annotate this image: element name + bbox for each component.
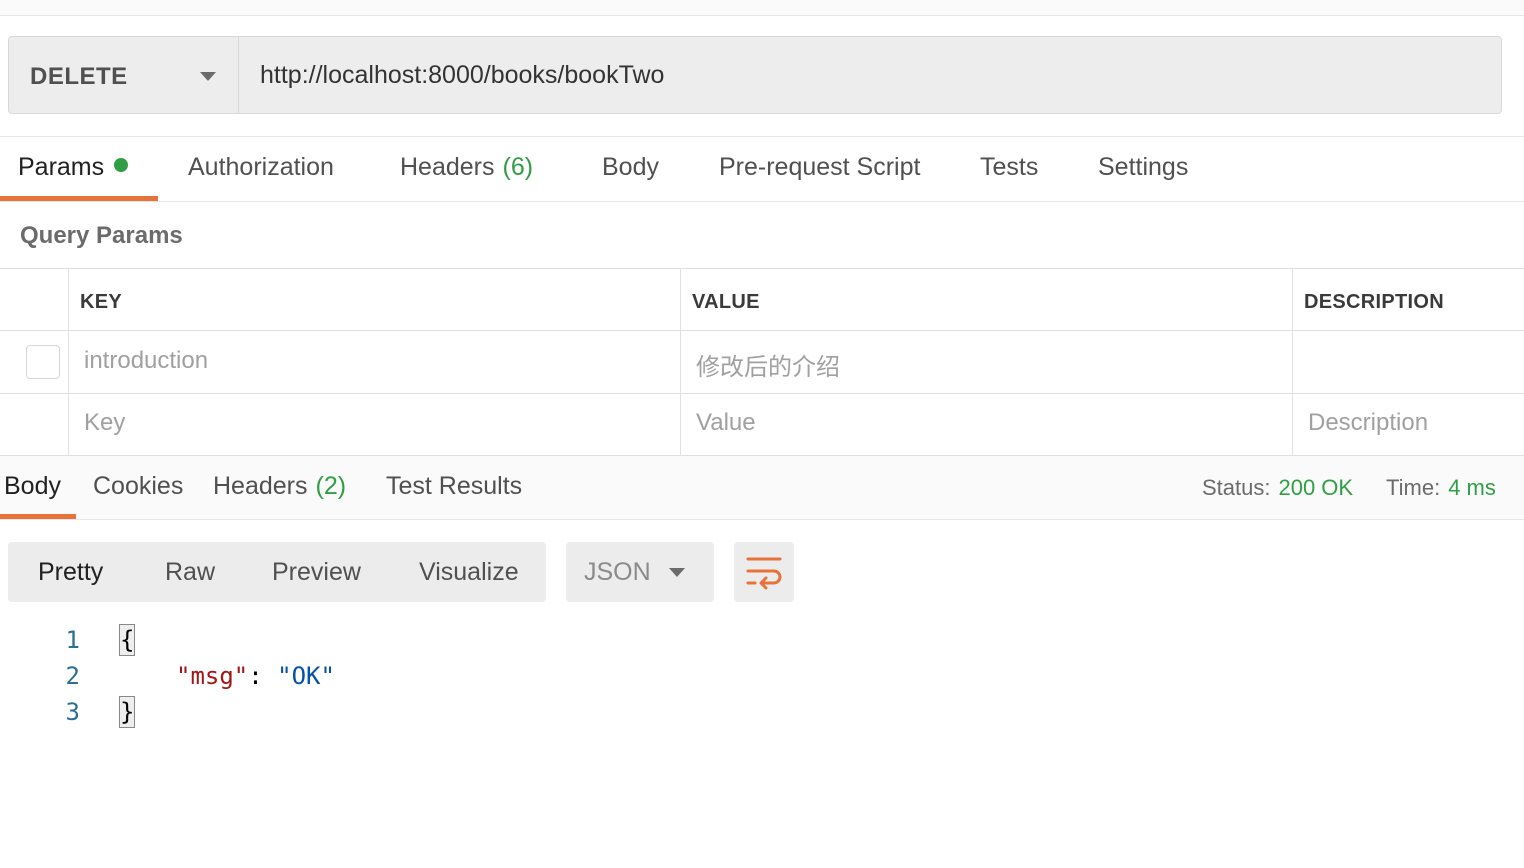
json-colon: : [248,662,278,690]
response-tab-headers[interactable]: Headers (2) [213,472,346,501]
method-label: DELETE [30,63,128,90]
tab-prerequest-script[interactable]: Pre-request Script [719,153,920,182]
response-tab-cookies[interactable]: Cookies [93,472,183,501]
tab-settings[interactable]: Settings [1098,153,1188,182]
open-brace: { [118,624,136,656]
request-bar: DELETE http://localhost:8000/books/bookT… [8,36,1502,114]
response-headers-count: (2) [315,472,347,500]
json-value: "OK" [277,662,335,690]
response-tab-body[interactable]: Body [4,472,61,501]
row-divider [0,330,1524,331]
new-value-input[interactable]: Value [696,409,756,437]
request-tabs: Params Authorization Headers (6) Body Pre… [0,136,1524,202]
chevron-down-icon [200,72,216,81]
active-response-tab-indicator [0,514,76,519]
top-strip [0,0,1524,16]
chevron-down-icon [669,568,685,577]
param-value-cell[interactable]: 修改后的介绍 [696,347,840,382]
view-preview-button[interactable]: Preview [272,558,361,587]
format-select[interactable]: JSON [566,542,714,602]
active-tab-indicator [0,196,158,201]
column-divider [68,269,69,455]
tab-params[interactable]: Params [18,153,129,182]
param-enabled-checkbox[interactable] [26,345,60,379]
status-label: Status: [1202,475,1271,500]
tab-headers-label: Headers [400,153,495,181]
method-select[interactable]: DELETE [9,37,239,113]
view-visualize-button[interactable]: Visualize [419,558,519,587]
column-header-description: DESCRIPTION [1304,291,1444,313]
line-number: 3 [65,698,80,726]
column-divider [1292,269,1293,455]
headers-count: (6) [502,153,534,181]
row-divider [0,393,1524,394]
query-params-title: Query Params [20,222,183,249]
view-raw-button[interactable]: Raw [165,558,215,587]
tab-body[interactable]: Body [602,153,659,182]
new-description-input[interactable]: Description [1308,409,1428,437]
url-input[interactable]: http://localhost:8000/books/bookTwo [260,61,664,90]
response-tabs: Body Cookies Headers (2) Test Results Sta… [0,456,1524,520]
wrap-lines-icon [746,557,782,590]
status-indicator: Status: 200 OK [1202,475,1353,501]
column-header-value: VALUE [692,291,760,313]
response-tab-headers-label: Headers [213,472,308,500]
time-indicator: Time: 4 ms [1386,475,1496,501]
format-label: JSON [584,558,651,586]
json-key: "msg" [176,662,249,690]
status-dot-icon [114,158,129,172]
response-tab-test-results[interactable]: Test Results [386,472,522,501]
line-number: 1 [65,626,80,654]
column-divider [680,269,681,455]
params-table: KEY VALUE DESCRIPTION introduction 修改后的介… [0,268,1524,456]
status-value: 200 OK [1278,475,1354,500]
wrap-lines-button[interactable] [734,542,794,602]
tab-headers[interactable]: Headers (6) [400,153,533,182]
tab-params-label: Params [18,153,105,181]
new-key-input[interactable]: Key [84,409,125,437]
close-brace: } [118,696,136,728]
time-label: Time: [1386,475,1441,500]
tab-tests[interactable]: Tests [980,153,1038,182]
view-mode-group: Pretty Raw Preview Visualize [8,542,546,602]
column-header-key: KEY [80,291,123,313]
view-pretty-button[interactable]: Pretty [38,558,103,587]
line-number: 2 [65,662,80,690]
time-value: 4 ms [1448,475,1496,500]
tab-authorization[interactable]: Authorization [188,153,334,182]
param-key-cell[interactable]: introduction [84,347,208,375]
